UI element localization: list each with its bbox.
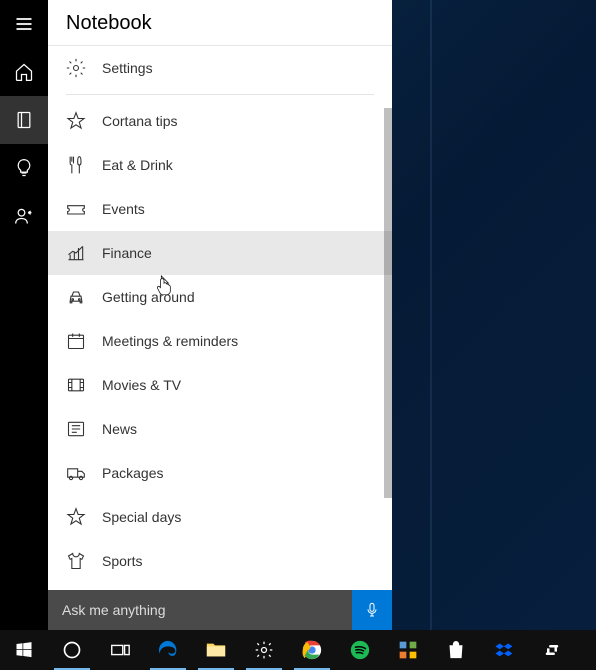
gear-icon <box>66 58 86 78</box>
sports-item[interactable]: Sports <box>48 539 392 583</box>
car-icon <box>66 287 86 307</box>
newspaper-icon <box>66 419 86 439</box>
edge-icon <box>156 638 180 662</box>
settings-taskbar-button[interactable] <box>240 630 288 670</box>
search-input[interactable] <box>48 602 352 618</box>
taskbar <box>0 630 596 670</box>
packages-item[interactable]: Packages <box>48 451 392 495</box>
film-icon <box>66 375 86 395</box>
shirt-icon <box>66 551 86 571</box>
item-label: Movies & TV <box>102 377 181 393</box>
special-days-item[interactable]: Special days <box>48 495 392 539</box>
notebook-main: Notebook Settings Cortana tips <box>48 0 392 630</box>
apps-button[interactable] <box>384 630 432 670</box>
edge-button[interactable] <box>144 630 192 670</box>
item-label: Sports <box>102 553 142 569</box>
slack-icon <box>540 638 564 662</box>
file-explorer-button[interactable] <box>192 630 240 670</box>
start-button[interactable] <box>0 630 48 670</box>
shopping-bag-icon <box>444 638 468 662</box>
dropbox-icon <box>492 638 516 662</box>
cortana-icon <box>60 638 84 662</box>
windows-icon <box>12 638 36 662</box>
notebook-button[interactable] <box>0 96 48 144</box>
divider <box>66 94 374 95</box>
feedback-button[interactable] <box>0 192 48 240</box>
item-label: Events <box>102 201 145 217</box>
ticket-icon <box>66 199 86 219</box>
taskview-icon <box>108 638 132 662</box>
hamburger-button[interactable] <box>0 0 48 48</box>
item-label: Finance <box>102 245 152 261</box>
apps-icon <box>396 638 420 662</box>
lightbulb-button[interactable] <box>0 144 48 192</box>
gear-icon <box>252 638 276 662</box>
item-label: Meetings & reminders <box>102 333 238 349</box>
item-label: Eat & Drink <box>102 157 173 173</box>
spotify-icon <box>348 638 372 662</box>
events-item[interactable]: Events <box>48 187 392 231</box>
folder-icon <box>204 638 228 662</box>
cortana-notebook-panel: Notebook Settings Cortana tips <box>0 0 392 630</box>
spotify-button[interactable] <box>336 630 384 670</box>
finance-item[interactable]: Finance <box>48 231 392 275</box>
left-rail <box>0 0 48 630</box>
item-label: News <box>102 421 137 437</box>
star-icon <box>66 507 86 527</box>
microphone-button[interactable] <box>352 590 392 630</box>
truck-icon <box>66 463 86 483</box>
star-icon <box>66 111 86 131</box>
item-label: Special days <box>102 509 181 525</box>
settings-item[interactable]: Settings <box>48 46 392 90</box>
chrome-button[interactable] <box>288 630 336 670</box>
home-button[interactable] <box>0 48 48 96</box>
item-label: Getting around <box>102 289 195 305</box>
getting-around-item[interactable]: Getting around <box>48 275 392 319</box>
panel-title: Notebook <box>48 0 392 45</box>
eat-drink-item[interactable]: Eat & Drink <box>48 143 392 187</box>
chart-icon <box>66 243 86 263</box>
notebook-list: Settings Cortana tips Eat & Drink <box>48 45 392 590</box>
movies-tv-item[interactable]: Movies & TV <box>48 363 392 407</box>
chrome-icon <box>300 638 324 662</box>
item-label: Cortana tips <box>102 113 177 129</box>
item-label: Settings <box>102 60 153 76</box>
search-bar <box>48 590 392 630</box>
slack-button[interactable] <box>528 630 576 670</box>
calendar-icon <box>66 331 86 351</box>
utensils-icon <box>66 155 86 175</box>
cortana-taskbar-button[interactable] <box>48 630 96 670</box>
store-button[interactable] <box>432 630 480 670</box>
taskview-button[interactable] <box>96 630 144 670</box>
cortana-tips-item[interactable]: Cortana tips <box>48 99 392 143</box>
dropbox-button[interactable] <box>480 630 528 670</box>
scrollbar[interactable] <box>384 108 392 498</box>
meetings-item[interactable]: Meetings & reminders <box>48 319 392 363</box>
item-label: Packages <box>102 465 163 481</box>
news-item[interactable]: News <box>48 407 392 451</box>
